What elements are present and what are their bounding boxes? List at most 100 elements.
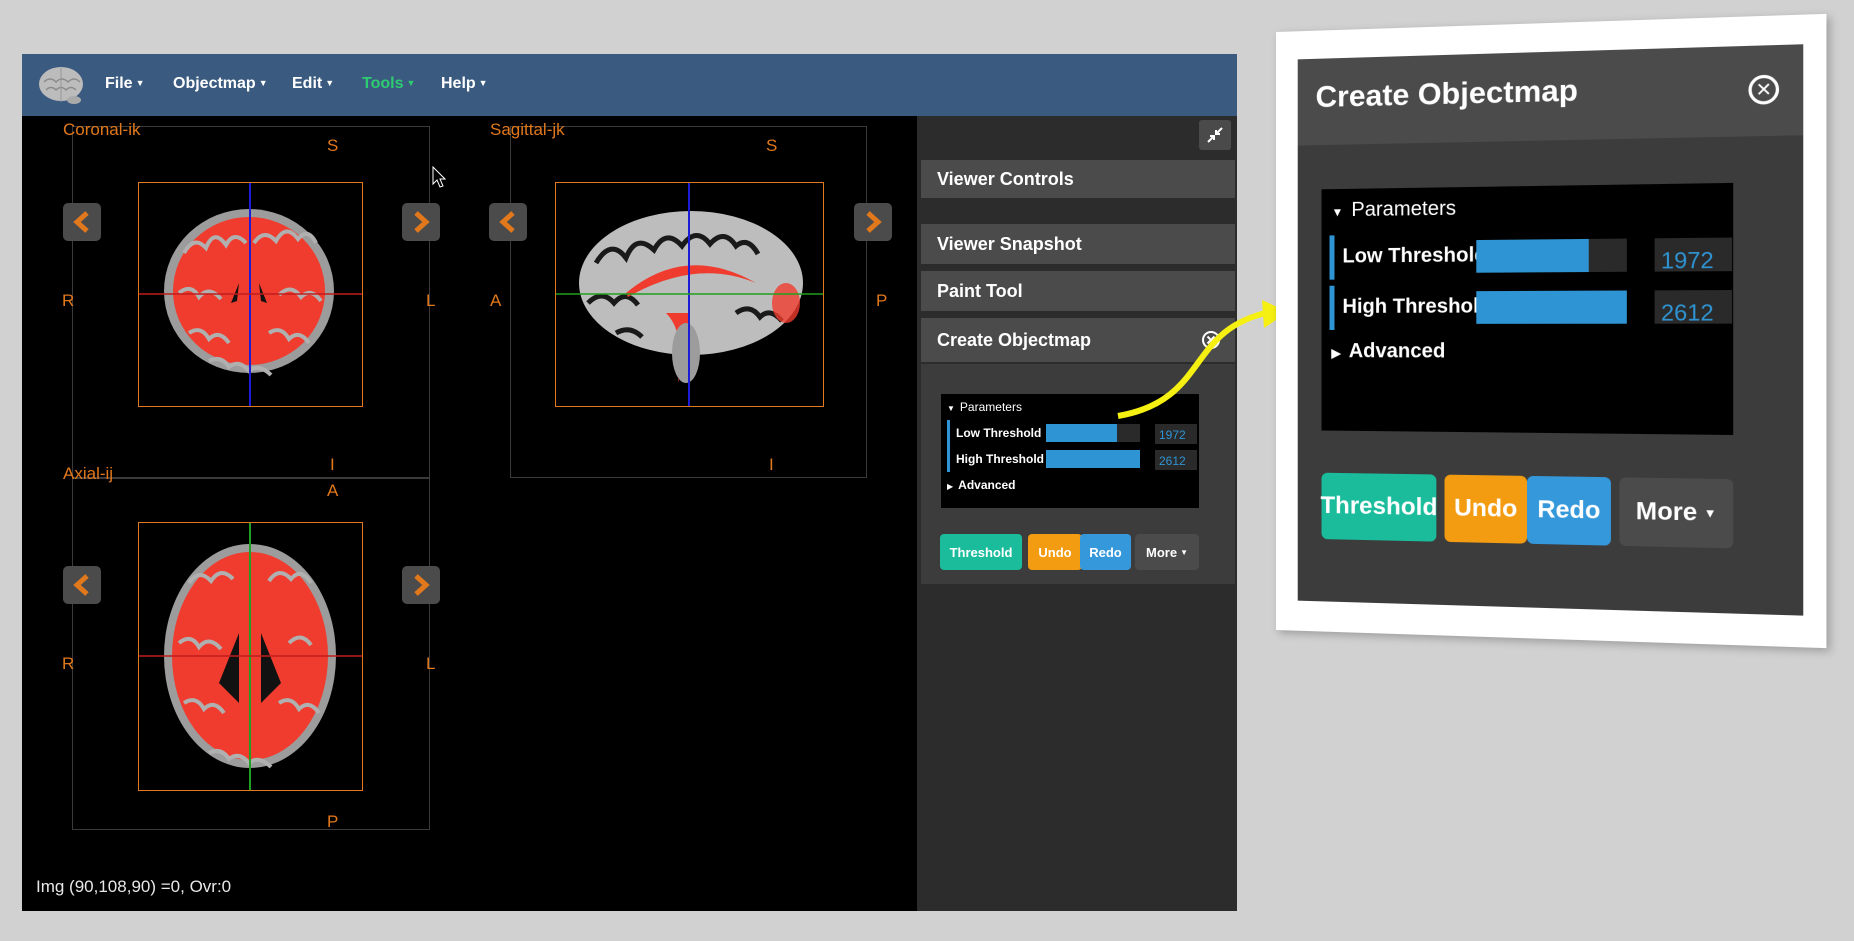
zoomed-undo-button: Undo <box>1444 474 1527 544</box>
coronal-title: Coronal-ik <box>63 120 141 139</box>
zoomed-advanced-folder: ▶ Advanced <box>1331 340 1445 364</box>
triangle-down-icon: ▼ <box>1331 205 1344 220</box>
coronal-brain-image <box>139 183 362 406</box>
sagittal-slice[interactable] <box>555 182 824 407</box>
zoomed-high-threshold-label: High Threshold <box>1342 295 1492 318</box>
low-threshold-slider[interactable] <box>1046 424 1140 442</box>
zoomed-low-threshold-value: 1972 <box>1654 237 1733 274</box>
panel-create-objectmap[interactable]: Create Objectmap <box>921 318 1235 362</box>
caret-down-icon: ▼ <box>135 78 145 88</box>
caret-down-icon: ▼ <box>406 78 416 88</box>
collapse-button[interactable] <box>1199 120 1231 150</box>
axial-left-label: R <box>62 654 75 673</box>
panel-viewer-controls[interactable]: Viewer Controls <box>921 160 1235 198</box>
mouse-cursor-icon <box>432 166 446 188</box>
low-threshold-fill <box>1046 424 1117 442</box>
zoomed-low-threshold-slider <box>1476 238 1627 273</box>
zoomed-high-threshold-row: High Threshold 2612 <box>1329 283 1734 330</box>
sagittal-bottom-label: I <box>769 455 774 474</box>
sagittal-next-button[interactable] <box>854 203 892 241</box>
zoomed-redo-button: Redo <box>1526 475 1611 546</box>
sagittal-right-label: P <box>876 291 888 310</box>
menu-file-label: File <box>105 75 133 92</box>
app-window: File ▼ Objectmap ▼ Edit ▼ Tools ▼ Help ▼ Coro… <box>22 54 1237 911</box>
axial-slice[interactable] <box>138 522 363 791</box>
zoomed-parameters-label: Parameters <box>1351 197 1457 222</box>
caret-down-icon: ▼ <box>1180 547 1188 557</box>
axial-title: Axial-ij <box>63 464 114 483</box>
zoomed-threshold-button: Threshold <box>1321 472 1437 542</box>
parameters-folder-label: Parameters <box>959 400 1022 414</box>
zoomed-title: Create Objectmap <box>1315 73 1578 115</box>
menu-edit[interactable]: Edit ▼ <box>292 75 334 93</box>
sidebar: Viewer Controls Viewer Snapshot Paint To… <box>917 116 1237 911</box>
caret-down-icon: ▼ <box>325 78 335 88</box>
undo-button[interactable]: Undo <box>1028 534 1082 570</box>
zoomed-advanced-label: Advanced <box>1348 340 1446 363</box>
sagittal-left-label: A <box>490 291 502 310</box>
viewer-canvas[interactable]: Coronal-ik S I R L Sagittal-jk S I A P A… <box>22 116 917 911</box>
coronal-right-label: L <box>426 291 436 310</box>
sagittal-top-label: S <box>766 136 778 155</box>
zoomed-more-label: More <box>1635 497 1698 527</box>
axial-prev-button[interactable] <box>63 566 101 604</box>
low-threshold-row: Low Threshold 1972 <box>947 420 1199 446</box>
low-threshold-value[interactable]: 1972 <box>1155 424 1197 444</box>
menu-objectmap[interactable]: Objectmap ▼ <box>173 75 268 93</box>
caret-down-icon: ▼ <box>478 78 488 88</box>
sagittal-prev-button[interactable] <box>489 203 527 241</box>
coronal-left-label: R <box>62 291 75 310</box>
redo-button[interactable]: Redo <box>1080 534 1131 570</box>
coronal-next-button[interactable] <box>402 203 440 241</box>
coronal-top-label: S <box>327 136 339 155</box>
zoomed-panel: Create Objectmap ✕ ▼ Parameters Low Thres… <box>1297 44 1804 616</box>
coronal-slice[interactable] <box>138 182 363 407</box>
menu-help[interactable]: Help ▼ <box>441 75 488 93</box>
zoomed-low-threshold-fill <box>1476 238 1589 273</box>
zoomed-high-threshold-value: 2612 <box>1654 290 1733 326</box>
close-circle-icon[interactable] <box>1201 330 1221 350</box>
menu-objectmap-label: Objectmap <box>173 75 256 92</box>
coronal-bottom-label: I <box>330 455 335 474</box>
advanced-folder[interactable]: ▶ Advanced <box>947 478 1205 492</box>
zoomed-low-threshold-row: Low Threshold 1972 <box>1329 231 1734 280</box>
zoomed-parameters-folder: ▼ Parameters <box>1331 197 1456 222</box>
triangle-right-icon: ▶ <box>947 482 954 491</box>
panel-paint-tool[interactable]: Paint Tool <box>921 271 1235 311</box>
menu-tools[interactable]: Tools ▼ <box>362 75 415 93</box>
chevron-right-icon <box>866 211 882 233</box>
sagittal-title: Sagittal-jk <box>490 120 565 139</box>
threshold-button[interactable]: Threshold <box>940 534 1022 570</box>
panel-viewer-controls-label: Viewer Controls <box>937 168 1074 189</box>
caret-down-icon: ▼ <box>258 78 268 88</box>
zoomed-high-threshold-slider <box>1476 290 1627 324</box>
chevron-right-icon <box>414 574 430 596</box>
advanced-folder-label: Advanced <box>958 478 1016 492</box>
high-threshold-label: High Threshold <box>956 452 1044 466</box>
more-button-label: More <box>1146 544 1178 560</box>
chevron-left-icon <box>73 211 89 233</box>
sagittal-brain-image <box>556 183 823 406</box>
high-threshold-fill <box>1046 450 1140 468</box>
parameters-gui: ▼ Parameters Low Threshold 1972 High Thre… <box>941 394 1199 508</box>
panel-viewer-snapshot[interactable]: Viewer Snapshot <box>921 224 1235 264</box>
status-readout: Img (90,108,90) =0, Ovr:0 <box>36 877 232 896</box>
caret-down-icon: ▼ <box>1703 505 1717 521</box>
more-button[interactable]: More ▼ <box>1135 534 1199 570</box>
menu-file[interactable]: File ▼ <box>105 75 144 93</box>
chevron-left-icon <box>73 574 89 596</box>
triangle-right-icon: ▶ <box>1331 346 1341 361</box>
compress-arrows-icon <box>1207 127 1223 143</box>
chevron-right-icon <box>414 211 430 233</box>
coronal-prev-button[interactable] <box>63 203 101 241</box>
create-objectmap-body: ▼ Parameters Low Threshold 1972 High Thre… <box>921 364 1235 584</box>
navbar: File ▼ Objectmap ▼ Edit ▼ Tools ▼ Help ▼ <box>22 54 1237 116</box>
close-circle-icon: ✕ <box>1748 74 1780 105</box>
high-threshold-value[interactable]: 2612 <box>1155 450 1197 470</box>
brain-logo[interactable] <box>36 60 86 110</box>
axial-next-button[interactable] <box>402 566 440 604</box>
high-threshold-slider[interactable] <box>1046 450 1140 468</box>
axial-right-label: L <box>426 654 436 673</box>
axial-bottom-label: P <box>327 812 339 831</box>
parameters-folder[interactable]: ▼ Parameters <box>947 400 1205 414</box>
